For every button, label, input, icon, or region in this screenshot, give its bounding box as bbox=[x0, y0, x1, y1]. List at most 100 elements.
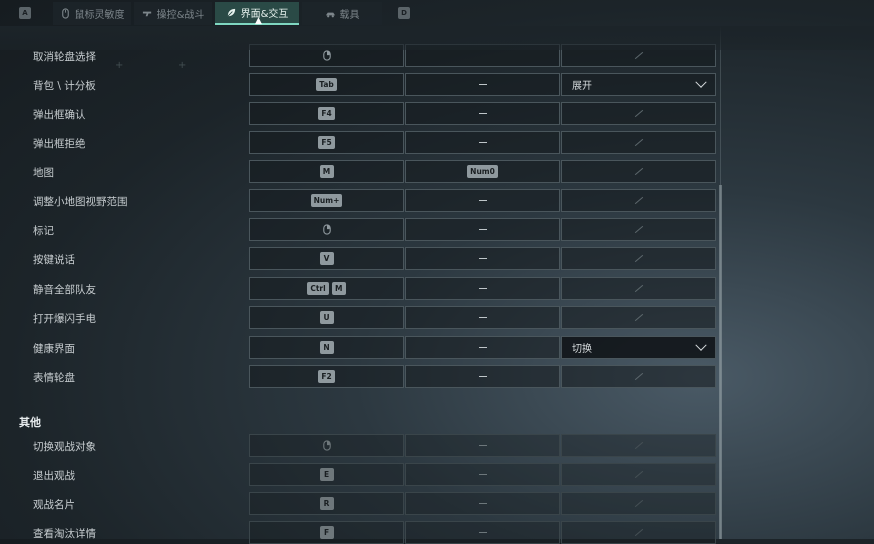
primary-key-slot[interactable]: F2 bbox=[249, 365, 404, 388]
secondary-key-slot[interactable] bbox=[405, 73, 560, 96]
secondary-key-slot[interactable] bbox=[405, 492, 560, 515]
unbound-dash bbox=[478, 142, 487, 143]
key-cap: F4 bbox=[318, 107, 335, 120]
key-cap: Num0 bbox=[467, 165, 498, 178]
secondary-key-slot[interactable] bbox=[405, 102, 560, 125]
key-cap: F2 bbox=[318, 370, 335, 383]
leaf-icon bbox=[227, 8, 235, 17]
secondary-key-slot[interactable] bbox=[405, 218, 560, 241]
option-slot-disabled bbox=[561, 218, 716, 241]
keybind-label: 健康界面 bbox=[33, 343, 75, 355]
key-cap: Num+ bbox=[310, 194, 343, 207]
primary-key-slot[interactable]: E bbox=[249, 463, 404, 486]
decor-plus-icon: + bbox=[178, 60, 187, 71]
gun-icon bbox=[142, 11, 151, 17]
disabled-slash-icon bbox=[634, 313, 643, 322]
primary-key-slot[interactable]: Ctrl M bbox=[249, 277, 404, 300]
tab-vehicle[interactable]: 载具 bbox=[302, 2, 382, 25]
unbound-dash bbox=[478, 445, 487, 446]
keybind-label: 弹出框确认 bbox=[33, 109, 86, 121]
option-slot-disabled bbox=[561, 277, 716, 300]
mouse-icon bbox=[61, 8, 69, 19]
secondary-key-slot[interactable] bbox=[405, 44, 560, 67]
secondary-key-slot[interactable] bbox=[405, 365, 560, 388]
secondary-key-slot[interactable] bbox=[405, 521, 560, 544]
key-cap: U bbox=[319, 311, 334, 324]
secondary-key-slot[interactable] bbox=[405, 463, 560, 486]
unbound-dash bbox=[478, 229, 487, 230]
mode-dropdown[interactable]: 展开 bbox=[561, 73, 716, 96]
unbound-dash bbox=[478, 84, 487, 85]
tab-label: 界面&交互 bbox=[240, 9, 289, 20]
option-slot-disabled bbox=[561, 463, 716, 486]
primary-key-slot[interactable]: R bbox=[249, 492, 404, 515]
secondary-key-slot[interactable] bbox=[405, 189, 560, 212]
tab-mouse-sensitivity[interactable]: 鼠标灵敏度 bbox=[53, 2, 131, 25]
primary-key-slot[interactable]: Tab bbox=[249, 73, 404, 96]
option-slot-disabled bbox=[561, 247, 716, 270]
key-cap: V bbox=[319, 252, 334, 265]
option-slot-disabled bbox=[561, 102, 716, 125]
tab-label: 载具 bbox=[339, 10, 360, 21]
disabled-slash-icon bbox=[634, 284, 643, 293]
option-slot-disabled bbox=[561, 365, 716, 388]
tab-control-combat[interactable]: 操控&战斗 bbox=[134, 2, 212, 25]
secondary-key-slot[interactable] bbox=[405, 131, 560, 154]
primary-key-slot[interactable] bbox=[249, 44, 404, 67]
dropdown-value: 展开 bbox=[572, 81, 592, 92]
primary-key-slot[interactable]: F4 bbox=[249, 102, 404, 125]
option-slot-disabled bbox=[561, 160, 716, 183]
secondary-key-slot[interactable] bbox=[405, 434, 560, 457]
option-slot-disabled bbox=[561, 434, 716, 457]
key-cap: Ctrl bbox=[307, 282, 329, 295]
keybind-label: 调整小地图视野范围 bbox=[33, 196, 128, 208]
key-cap: M bbox=[319, 165, 334, 178]
primary-key-slot[interactable]: V bbox=[249, 247, 404, 270]
secondary-key-slot[interactable] bbox=[405, 336, 560, 359]
option-slot-disabled bbox=[561, 492, 716, 515]
disabled-slash-icon bbox=[634, 372, 643, 381]
mouse-cursor-icon: ▲ bbox=[255, 16, 262, 26]
keybind-label: 观战名片 bbox=[33, 499, 75, 511]
keybind-label: 取消轮盘选择 bbox=[33, 51, 96, 63]
primary-key-slot[interactable]: N bbox=[249, 336, 404, 359]
primary-key-slot[interactable]: F5 bbox=[249, 131, 404, 154]
secondary-key-slot[interactable] bbox=[405, 247, 560, 270]
primary-key-slot[interactable]: Num+ bbox=[249, 189, 404, 212]
tab-label: 操控&战斗 bbox=[156, 10, 205, 21]
secondary-key-slot[interactable] bbox=[405, 306, 560, 329]
mouse-button-icon bbox=[322, 50, 331, 61]
disabled-slash-icon bbox=[634, 225, 643, 234]
mouse-button-icon bbox=[322, 224, 331, 235]
keybind-label: 按键说话 bbox=[33, 254, 75, 266]
disabled-slash-icon bbox=[634, 109, 643, 118]
scrollbar-thumb[interactable] bbox=[719, 185, 722, 539]
keybind-label: 地图 bbox=[33, 167, 54, 179]
mode-dropdown[interactable]: 切换 bbox=[561, 336, 716, 359]
chevron-down-icon bbox=[695, 76, 707, 88]
vehicle-icon bbox=[325, 12, 335, 18]
primary-key-slot[interactable]: M bbox=[249, 160, 404, 183]
keybind-label: 打开爆闪手电 bbox=[33, 313, 96, 325]
primary-key-slot[interactable] bbox=[249, 434, 404, 457]
mouse-button-icon bbox=[322, 440, 331, 451]
disabled-slash-icon bbox=[634, 51, 643, 60]
key-cap: N bbox=[319, 341, 334, 354]
disabled-slash-icon bbox=[634, 254, 643, 263]
secondary-key-slot[interactable]: Num0 bbox=[405, 160, 560, 183]
keybind-label: 静音全部队友 bbox=[33, 284, 96, 296]
disabled-slash-icon bbox=[634, 167, 643, 176]
key-cap: F bbox=[319, 526, 334, 539]
disabled-slash-icon bbox=[634, 196, 643, 205]
unbound-dash bbox=[478, 200, 487, 201]
unbound-dash bbox=[478, 113, 487, 114]
unbound-dash bbox=[478, 258, 487, 259]
primary-key-slot[interactable]: U bbox=[249, 306, 404, 329]
primary-key-slot[interactable]: F bbox=[249, 521, 404, 544]
primary-key-slot[interactable] bbox=[249, 218, 404, 241]
key-cap: E bbox=[319, 468, 334, 481]
disabled-slash-icon bbox=[634, 138, 643, 147]
option-slot-disabled bbox=[561, 521, 716, 544]
secondary-key-slot[interactable] bbox=[405, 277, 560, 300]
unbound-dash bbox=[478, 503, 487, 504]
